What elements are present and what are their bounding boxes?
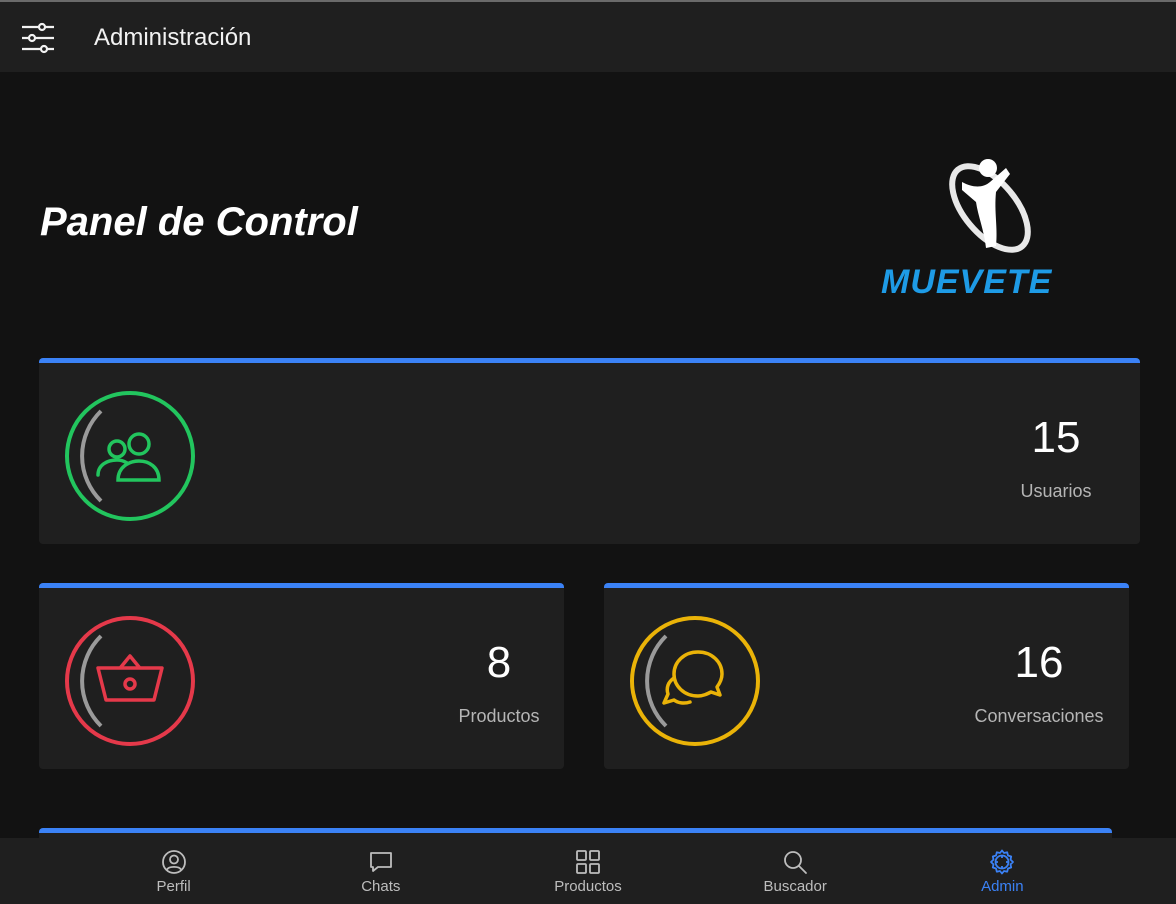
products-label: Productos (458, 706, 540, 726)
basket-icon (96, 654, 164, 702)
products-count: 8 (486, 638, 512, 687)
logo-text: MUEVETE (881, 263, 1053, 300)
users-count: 15 (1031, 413, 1081, 462)
top-app-bar: Administración (0, 0, 1176, 72)
nav-item-productos[interactable]: Productos (488, 838, 688, 904)
page-title: Administración (94, 24, 252, 51)
nav-item-admin[interactable]: Admin (902, 838, 1102, 904)
grid-icon (576, 850, 600, 874)
conversations-count: 16 (1014, 638, 1064, 687)
sliders-icon[interactable] (20, 22, 58, 54)
conversations-label: Conversaciones (974, 706, 1104, 726)
nav-label: Perfil (156, 878, 191, 895)
products-ring (61, 612, 199, 750)
nav-item-perfil[interactable]: Perfil (74, 838, 274, 904)
gear-icon (990, 849, 1015, 875)
bottom-navigation: Perfil Chats Productos Buscador Admin (0, 838, 1176, 904)
nav-label: Chats (361, 878, 401, 895)
nav-label: Buscador (763, 878, 827, 895)
users-ring (61, 387, 199, 525)
nav-item-chats[interactable]: Chats (281, 838, 481, 904)
muevete-logo: MUEVETE (878, 150, 1084, 301)
nav-label: Productos (554, 878, 622, 895)
dashboard-title: Panel de Control (40, 200, 358, 244)
products-stat-card[interactable]: 8 Productos (39, 583, 564, 769)
conversations-ring (626, 612, 764, 750)
message-icon (369, 852, 392, 872)
users-label: Usuarios (1020, 481, 1092, 501)
chat-icon (662, 650, 724, 705)
nav-label: Admin (981, 878, 1024, 895)
user-circle-icon (161, 850, 186, 874)
conversations-stat-card[interactable]: 16 Conversaciones (604, 583, 1129, 769)
users-stat-card[interactable]: 15 Usuarios (39, 358, 1140, 544)
search-icon (784, 851, 808, 874)
users-icon (96, 432, 161, 482)
nav-item-buscador[interactable]: Buscador (695, 838, 895, 904)
